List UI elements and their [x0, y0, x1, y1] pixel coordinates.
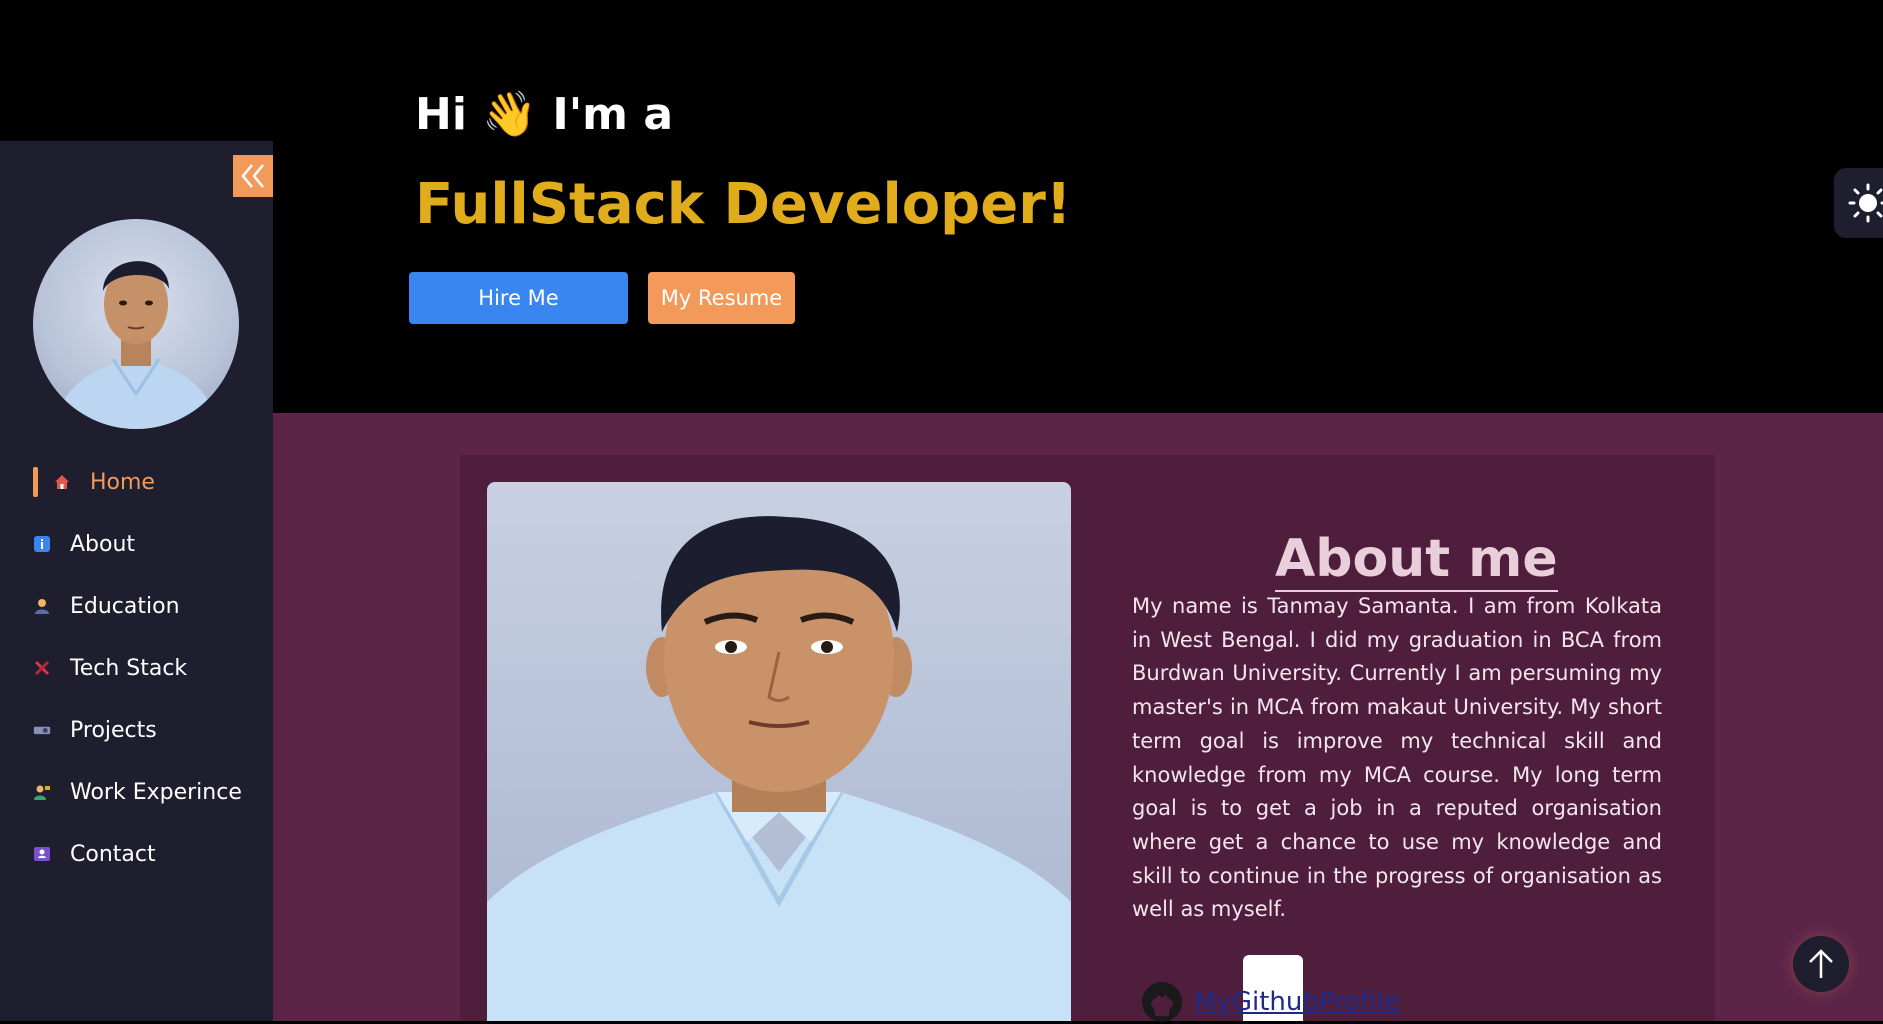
github-icon — [1142, 982, 1182, 1022]
sidebar-item-label: Work Experince — [70, 779, 242, 805]
about-description: My name is Tanmay Samanta. I am from Kol… — [1132, 594, 1662, 922]
info-icon — [33, 535, 51, 553]
about-card: About me My name is Tanmay Samanta. I am… — [460, 455, 1715, 1022]
sidebar-item-education[interactable]: Education — [0, 575, 273, 637]
sidebar-item-home[interactable]: Home — [0, 451, 273, 513]
arrow-up-icon — [1809, 949, 1833, 978]
profile-photo-large — [487, 516, 1071, 1021]
sidebar-item-label: Home — [90, 469, 155, 495]
student-icon — [33, 597, 51, 615]
projector-icon — [33, 721, 51, 739]
sidebar-item-label: Contact — [70, 841, 156, 867]
home-icon — [53, 473, 71, 491]
sidebar-item-label: Tech Stack — [70, 655, 188, 681]
sidebar-collapse-button[interactable] — [233, 155, 273, 197]
github-link-label: MyGithubProfile — [1194, 987, 1400, 1017]
sidebar-item-projects[interactable]: Projects — [0, 699, 273, 761]
scroll-to-top-button[interactable] — [1793, 936, 1849, 992]
sidebar-nav: Home About Education Tech Stack Projects — [0, 451, 273, 885]
hero-title: FullStack Developer! — [415, 172, 1072, 237]
hero-greeting: Hi 👋 I'm a — [415, 89, 674, 140]
tools-icon — [33, 659, 51, 677]
sidebar-item-work-experience[interactable]: Work Experince — [0, 761, 273, 823]
about-heading: About me — [1275, 529, 1558, 592]
sidebar-item-label: Education — [70, 593, 180, 619]
profile-photo — [53, 261, 219, 429]
about-photo — [487, 482, 1071, 1021]
sidebar-item-label: Projects — [70, 717, 157, 743]
double-chevron-left-icon — [241, 164, 264, 188]
avatar — [33, 219, 239, 429]
sidebar-item-contact[interactable]: Contact — [0, 823, 273, 885]
sun-icon — [1848, 183, 1883, 223]
my-resume-button[interactable]: My Resume — [648, 272, 795, 324]
about-section: About me My name is Tanmay Samanta. I am… — [273, 413, 1883, 1022]
sidebar-item-about[interactable]: About — [0, 513, 273, 575]
sidebar-item-label: About — [70, 531, 136, 557]
worker-icon — [33, 783, 51, 801]
contact-card-icon — [33, 845, 51, 863]
theme-toggle-button[interactable] — [1834, 168, 1883, 238]
hire-me-button[interactable]: Hire Me — [409, 272, 628, 324]
sidebar-item-tech-stack[interactable]: Tech Stack — [0, 637, 273, 699]
sidebar: Home About Education Tech Stack Projects — [0, 141, 273, 1021]
